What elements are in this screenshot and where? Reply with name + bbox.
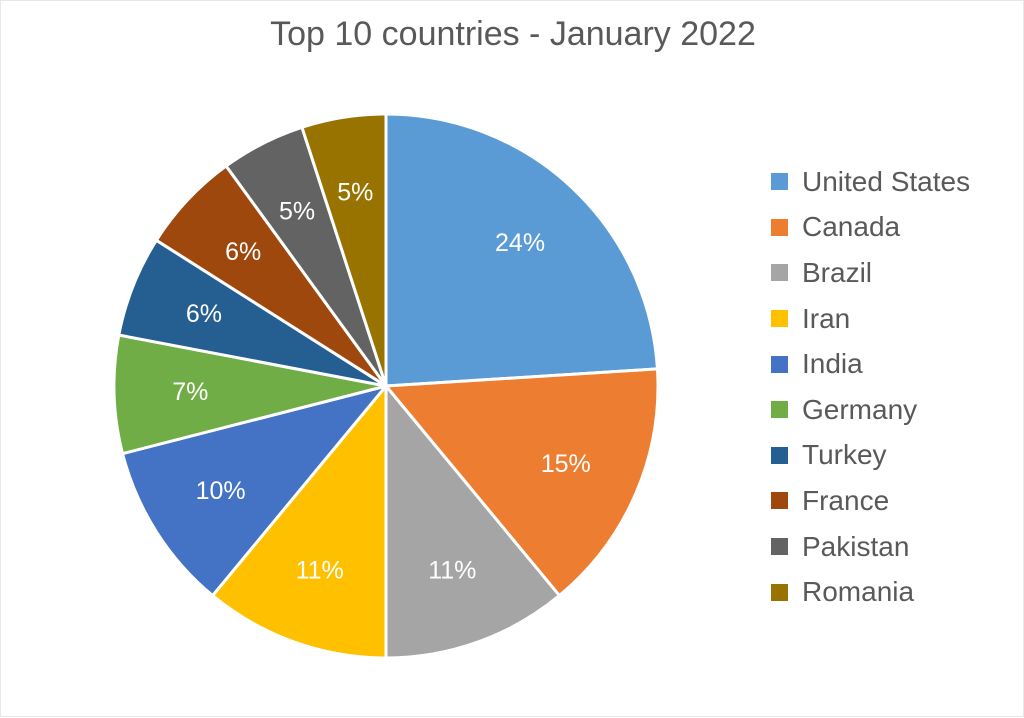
legend-color-swatch-icon [771,173,788,191]
legend-color-swatch-icon [771,218,788,236]
pie-slice-data-label: 11% [296,556,344,584]
pie-plot-area: 24% 15% 11% 11% 10% 7% 6% 6% 5% 5% [1,1,761,718]
pie-svg: 24% 15% 11% 11% 10% 7% 6% 6% 5% 5% [112,112,660,660]
legend-item-label: Brazil [802,256,873,288]
legend-color-swatch-icon [771,264,788,282]
legend-item-label: Germany [802,393,918,425]
pie-slice-data-label: 15% [541,450,591,478]
legend-item[interactable]: Germany [771,387,1021,433]
pie-slice-data-label: 11% [428,556,476,584]
legend-item[interactable]: Brazil [771,250,1021,296]
legend-item[interactable]: Canada [771,205,1021,251]
legend-item[interactable]: France [771,478,1021,524]
legend-item[interactable]: Iran [771,296,1021,342]
pie-slice-data-label: 7% [172,378,208,406]
pie-slice-data-label: 24% [495,229,545,257]
legend-item[interactable]: India [771,341,1021,387]
legend-item[interactable]: United States [771,159,1021,205]
legend-item-label: Canada [802,211,901,243]
pie-slice-data-label: 6% [225,238,261,266]
pie-slice-data-label: 6% [186,300,222,328]
legend-color-swatch-icon [771,355,788,373]
pie-chart-frame: Top 10 countries - January 2022 24% 15% 11… [0,0,1024,717]
legend-item[interactable]: Romania [771,569,1021,615]
legend-item[interactable]: Pakistan [771,524,1021,570]
pie-slice-data-label: 5% [279,198,315,226]
legend-color-swatch-icon [771,401,788,419]
legend-item-label: India [802,348,863,380]
legend-item-label: Turkey [802,439,887,471]
pie-slice-data-label: 5% [337,179,373,207]
legend-item-label: United States [802,165,971,197]
legend-color-swatch-icon [771,310,788,328]
pie-slice-data-label: 10% [196,477,246,505]
legend-color-swatch-icon [771,446,788,464]
legend-color-swatch-icon [771,492,788,510]
legend-item-label: Iran [802,302,851,334]
chart-legend: United States Canada Brazil Iran India German… [771,159,1021,615]
legend-color-swatch-icon [771,583,788,601]
legend-item-label: France [802,484,890,516]
legend-item-label: Pakistan [802,530,910,562]
legend-item[interactable]: Turkey [771,433,1021,479]
legend-item-label: Romania [802,576,915,608]
legend-color-swatch-icon [771,538,788,556]
